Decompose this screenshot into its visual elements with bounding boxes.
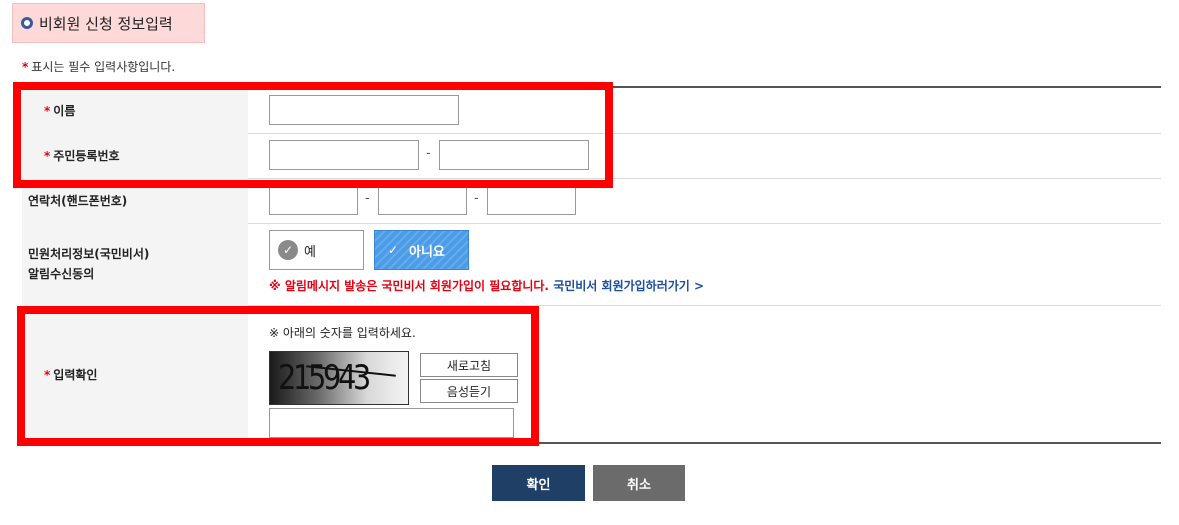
form-row-captcha: * 입력확인 ※ 아래의 숫자를 입력하세요. 215943 새로고침 음성듣기 [22,305,1161,444]
required-note: * 표시는 필수 입력사항입니다. [22,58,175,75]
check-icon: ✓ [387,243,399,257]
rrn-back-input[interactable] [439,140,589,170]
name-label: * 이름 [22,88,248,133]
confirm-button[interactable]: 확인 [492,465,585,501]
captcha-input[interactable] [269,408,514,438]
consent-no-radio[interactable]: ✓ 아니요 [374,230,469,270]
captcha-refresh-button[interactable]: 새로고침 [420,353,518,377]
required-star-icon: * [44,103,51,118]
rrn-separator: - [426,146,431,161]
rrn-label: * 주민등록번호 [22,133,248,178]
form-row-rrn: * 주민등록번호 - [22,133,1161,179]
rrn-front-input[interactable] [269,140,419,170]
phone-label: 연락처(핸드폰번호) [22,178,248,223]
cancel-button[interactable]: 취소 [593,465,685,501]
form-row-name: * 이름 [22,88,1161,134]
check-circle-icon: ✓ [278,240,298,260]
page-title-box: 비회원 신청 정보입력 [12,3,205,43]
circle-bullet-icon [21,17,33,29]
captcha-instruction: ※ 아래의 숫자를 입력하세요. [269,326,416,340]
required-star-icon: * [44,148,51,163]
required-note-text: 표시는 필수 입력사항입니다. [31,60,176,74]
name-input[interactable] [269,95,459,125]
phone-part3-input[interactable] [487,185,576,215]
consent-notice: ※ 알림메시지 발송은 국민비서 회원가입이 필요합니다. 국민비서 회원가입하… [269,279,705,293]
phone-part2-input[interactable] [378,185,467,215]
consent-yes-radio[interactable]: ✓ 예 [269,230,364,270]
join-link[interactable]: 국민비서 회원가입하러가기 > [553,279,704,293]
form-row-phone: 연락처(핸드폰번호) - - [22,178,1161,224]
phone-separator-1: - [365,191,370,206]
captcha-audio-button[interactable]: 음성듣기 [420,379,518,403]
applicant-form-table: * 이름 * 주민등록번호 - 연락처(핸드폰번호) - - 민원처리정보(국민… [22,86,1161,444]
captcha-label: * 입력확인 [22,305,248,444]
required-star-icon: * [44,367,51,382]
phone-part1-input[interactable] [269,185,358,215]
captcha-image: 215943 [269,351,409,405]
captcha-code: 215943 [278,358,371,398]
phone-separator-2: - [474,191,479,206]
page-title: 비회원 신청 정보입력 [39,14,173,33]
required-star-icon: * [22,60,29,74]
consent-label: 민원처리정보(국민비서) 알림수신동의 [22,223,248,305]
form-row-consent: 민원처리정보(국민비서) 알림수신동의 ✓ 예 ✓ 아니요 ※ 알림메시지 발송… [22,223,1161,306]
